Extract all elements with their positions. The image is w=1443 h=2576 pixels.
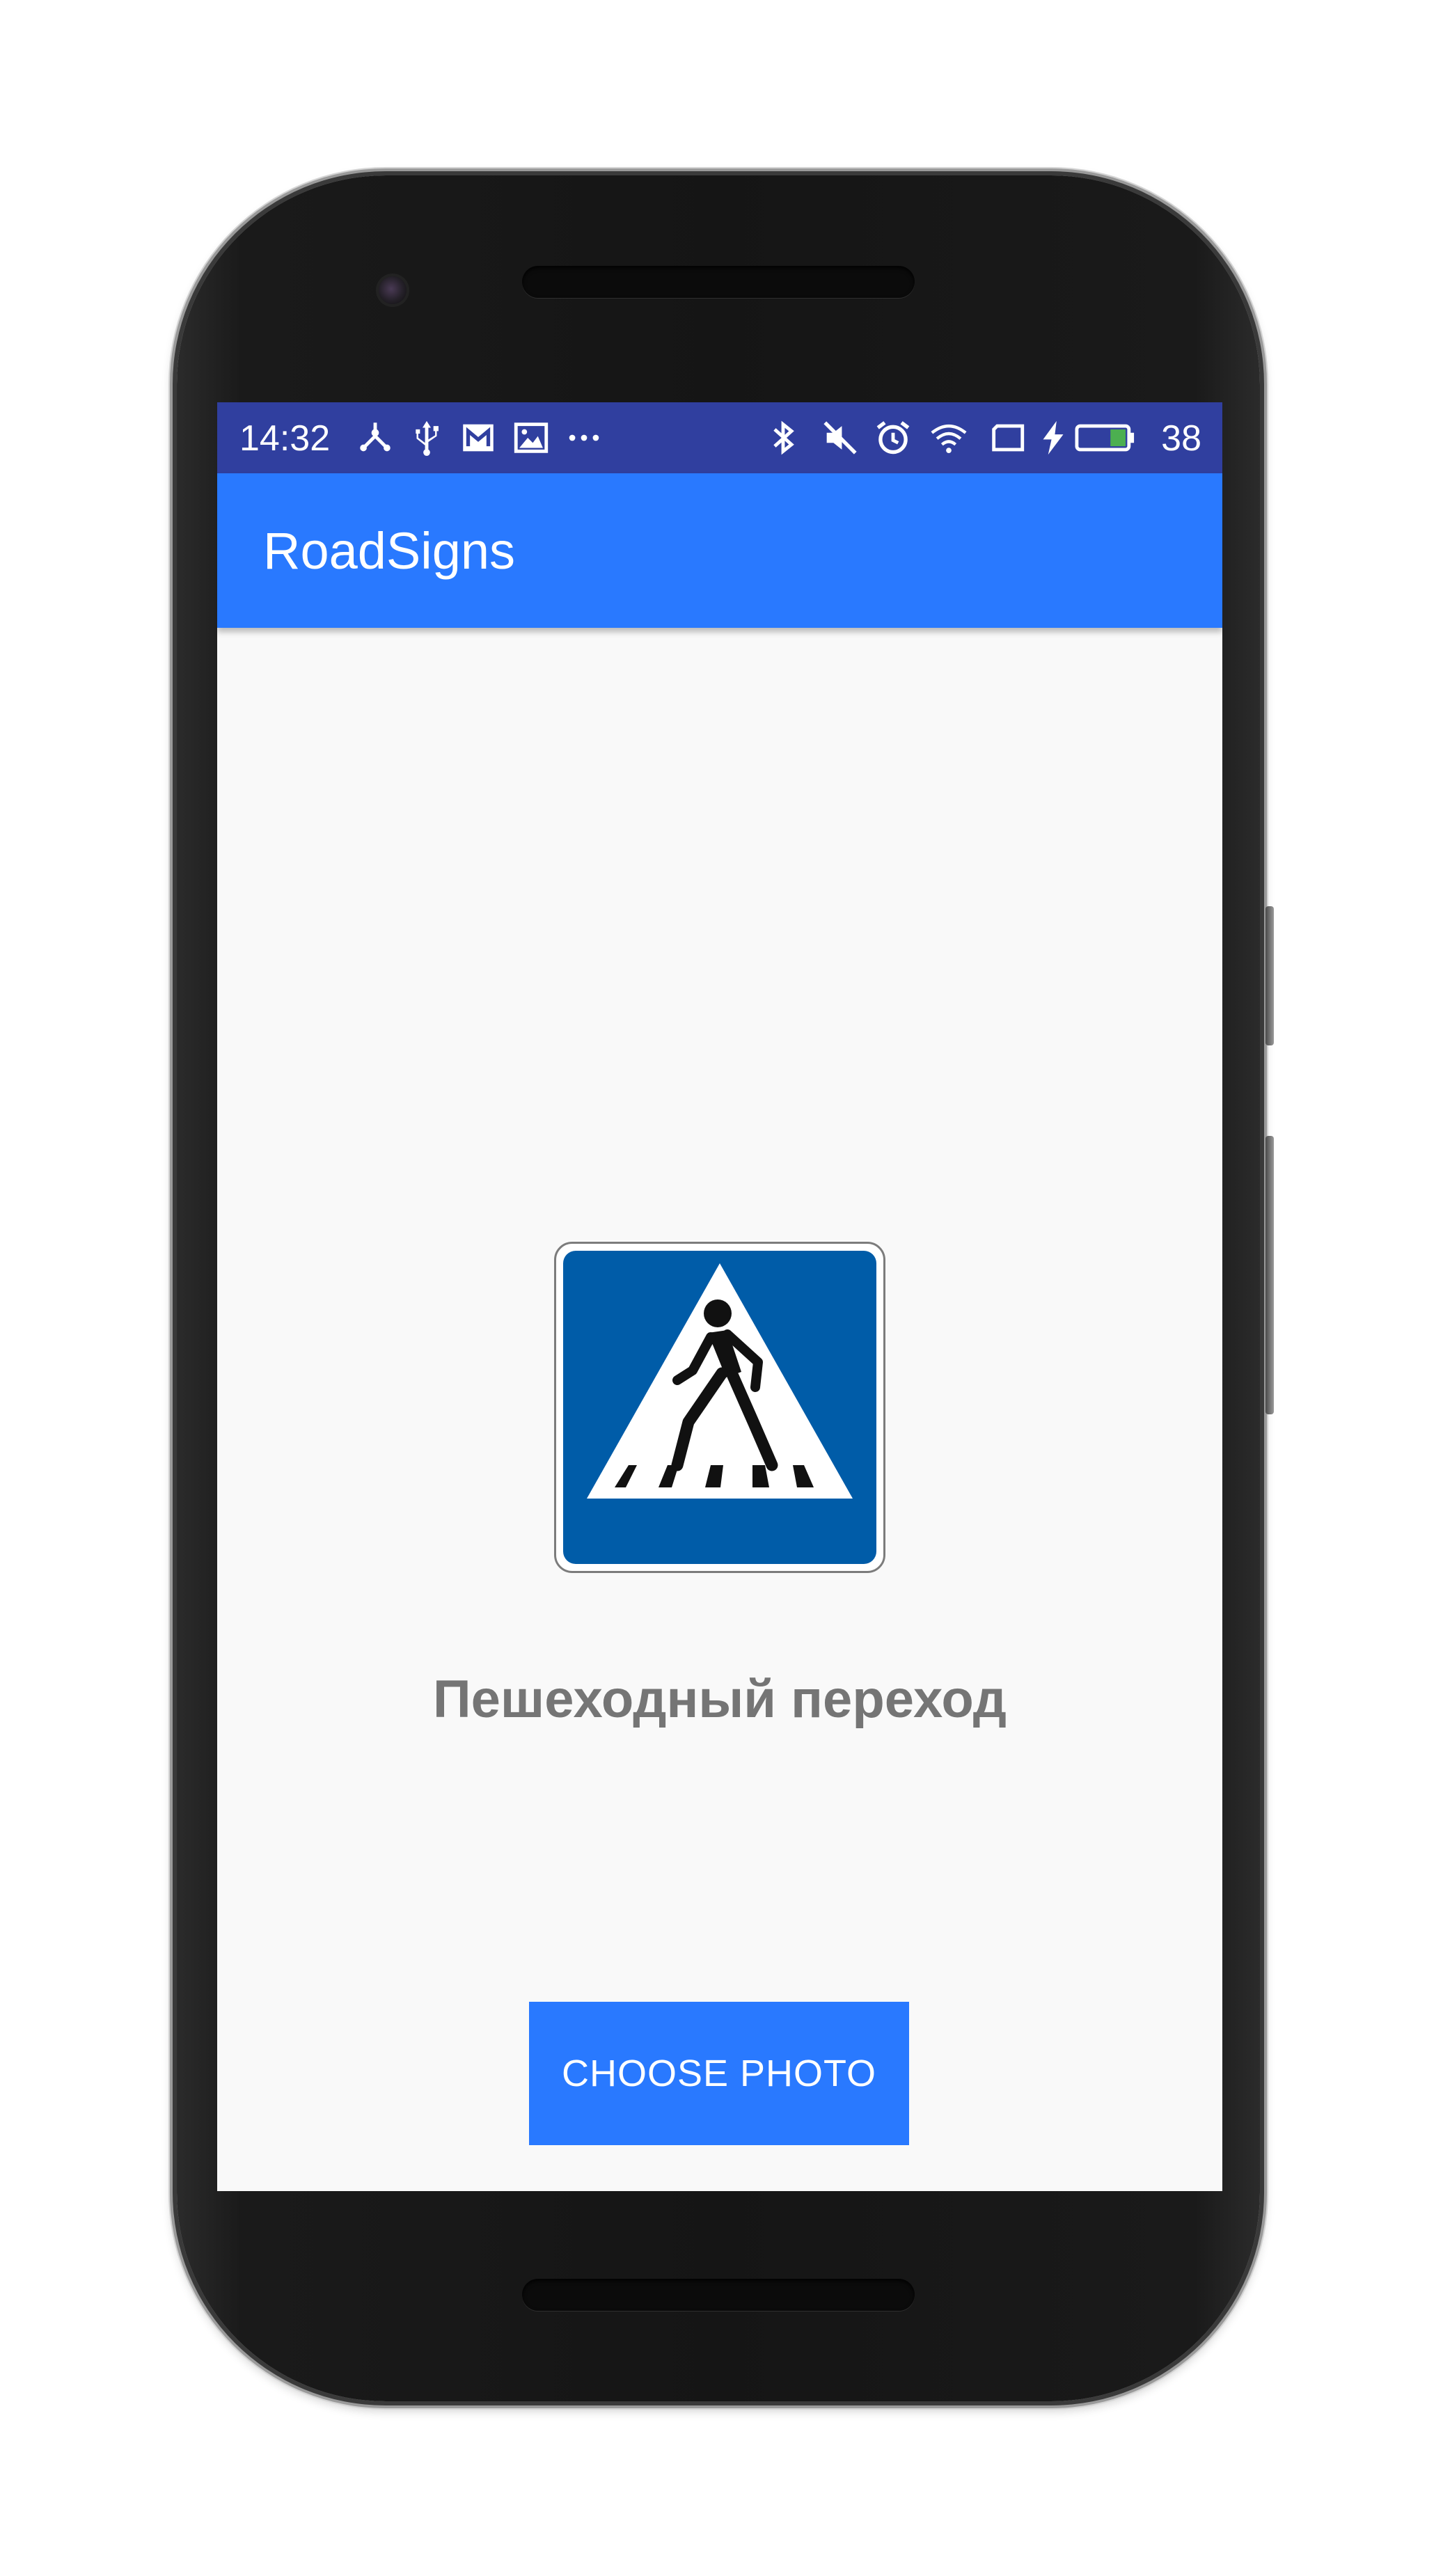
screen-cast-icon xyxy=(992,424,1025,452)
gmail-icon xyxy=(463,424,494,452)
image-icon xyxy=(514,422,549,453)
status-bar: 14:32 38 xyxy=(217,402,1222,473)
app-bar: RoadSigns xyxy=(217,473,1222,628)
status-time: 14:32 xyxy=(239,418,331,459)
power-button xyxy=(1265,906,1274,1045)
bottom-speaker xyxy=(522,2279,915,2311)
device-mockup: 14:32 38 RoadSigns Пешеходный переход CH… xyxy=(0,0,1443,2576)
usb-icon xyxy=(416,420,439,456)
charging-icon xyxy=(1043,420,1064,455)
battery-percent: 38 xyxy=(1161,418,1201,459)
bluetooth-icon xyxy=(773,420,794,455)
pedestrian-crossing-sign-icon xyxy=(563,1251,876,1564)
top-speaker xyxy=(522,266,915,298)
mute-icon xyxy=(823,421,857,455)
road-sign-image xyxy=(554,1242,885,1573)
sign-name-label: Пешеходный переход xyxy=(432,1670,1007,1729)
battery-icon xyxy=(1075,424,1135,452)
choose-photo-button[interactable]: CHOOSE PHOTO xyxy=(529,2002,909,2145)
network-share-icon xyxy=(360,422,391,452)
more-notifications-icon xyxy=(569,434,599,441)
app-title: RoadSigns xyxy=(263,522,516,580)
app-screen: 14:32 38 RoadSigns Пешеходный переход CH… xyxy=(217,402,1222,2191)
alarm-icon xyxy=(876,421,910,455)
wifi-icon xyxy=(931,424,967,453)
front-camera xyxy=(379,276,407,304)
volume-button xyxy=(1265,1136,1274,1414)
